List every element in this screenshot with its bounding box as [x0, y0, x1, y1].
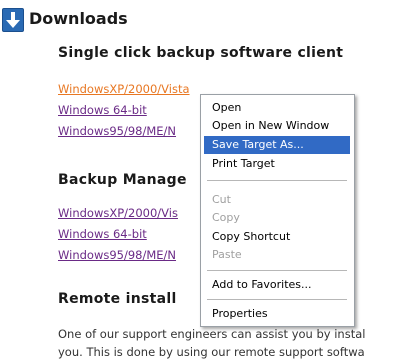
menu-item-print-target[interactable]: Print Target [204, 155, 350, 173]
menu-item-properties[interactable]: Properties [204, 305, 350, 323]
menu-item-copy-shortcut[interactable]: Copy Shortcut [204, 228, 350, 246]
menu-item-open-new-window[interactable]: Open in New Window [204, 117, 350, 135]
link-client-win64[interactable]: Windows 64-bit [58, 103, 147, 117]
link-client-win95[interactable]: Windows95/98/ME/N [58, 124, 176, 138]
menu-item-add-favorites[interactable]: Add to Favorites... [204, 276, 350, 294]
link-manager-winxp[interactable]: WindowsXP/2000/Vis [58, 206, 178, 220]
menu-separator [207, 299, 347, 300]
menu-item-open[interactable]: Open [204, 99, 350, 117]
menu-item-copy[interactable]: Copy [204, 209, 350, 227]
section-heading-client: Single click backup software client [58, 45, 344, 61]
section-heading-remote-install: Remote install [58, 291, 177, 307]
menu-item-cut[interactable]: Cut [204, 191, 350, 209]
remote-install-text-line1: One of our support engineers can assist … [58, 327, 366, 341]
link-manager-win95[interactable]: Windows95/98/ME/N [58, 248, 176, 262]
download-arrow-icon [2, 8, 24, 32]
link-manager-win64[interactable]: Windows 64-bit [58, 227, 147, 241]
menu-separator [207, 270, 347, 271]
section-heading-backup-manager: Backup Manage [58, 172, 187, 188]
menu-item-save-target[interactable]: Save Target As... [204, 136, 350, 154]
menu-separator [207, 180, 347, 181]
remote-install-text-line2: you. This is done by using our remote su… [58, 345, 365, 359]
context-menu: Open Open in New Window Save Target As..… [200, 94, 355, 327]
menu-item-paste[interactable]: Paste [204, 246, 350, 264]
link-client-winxp[interactable]: WindowsXP/2000/Vista [58, 82, 190, 96]
page-title: Downloads [29, 9, 128, 28]
